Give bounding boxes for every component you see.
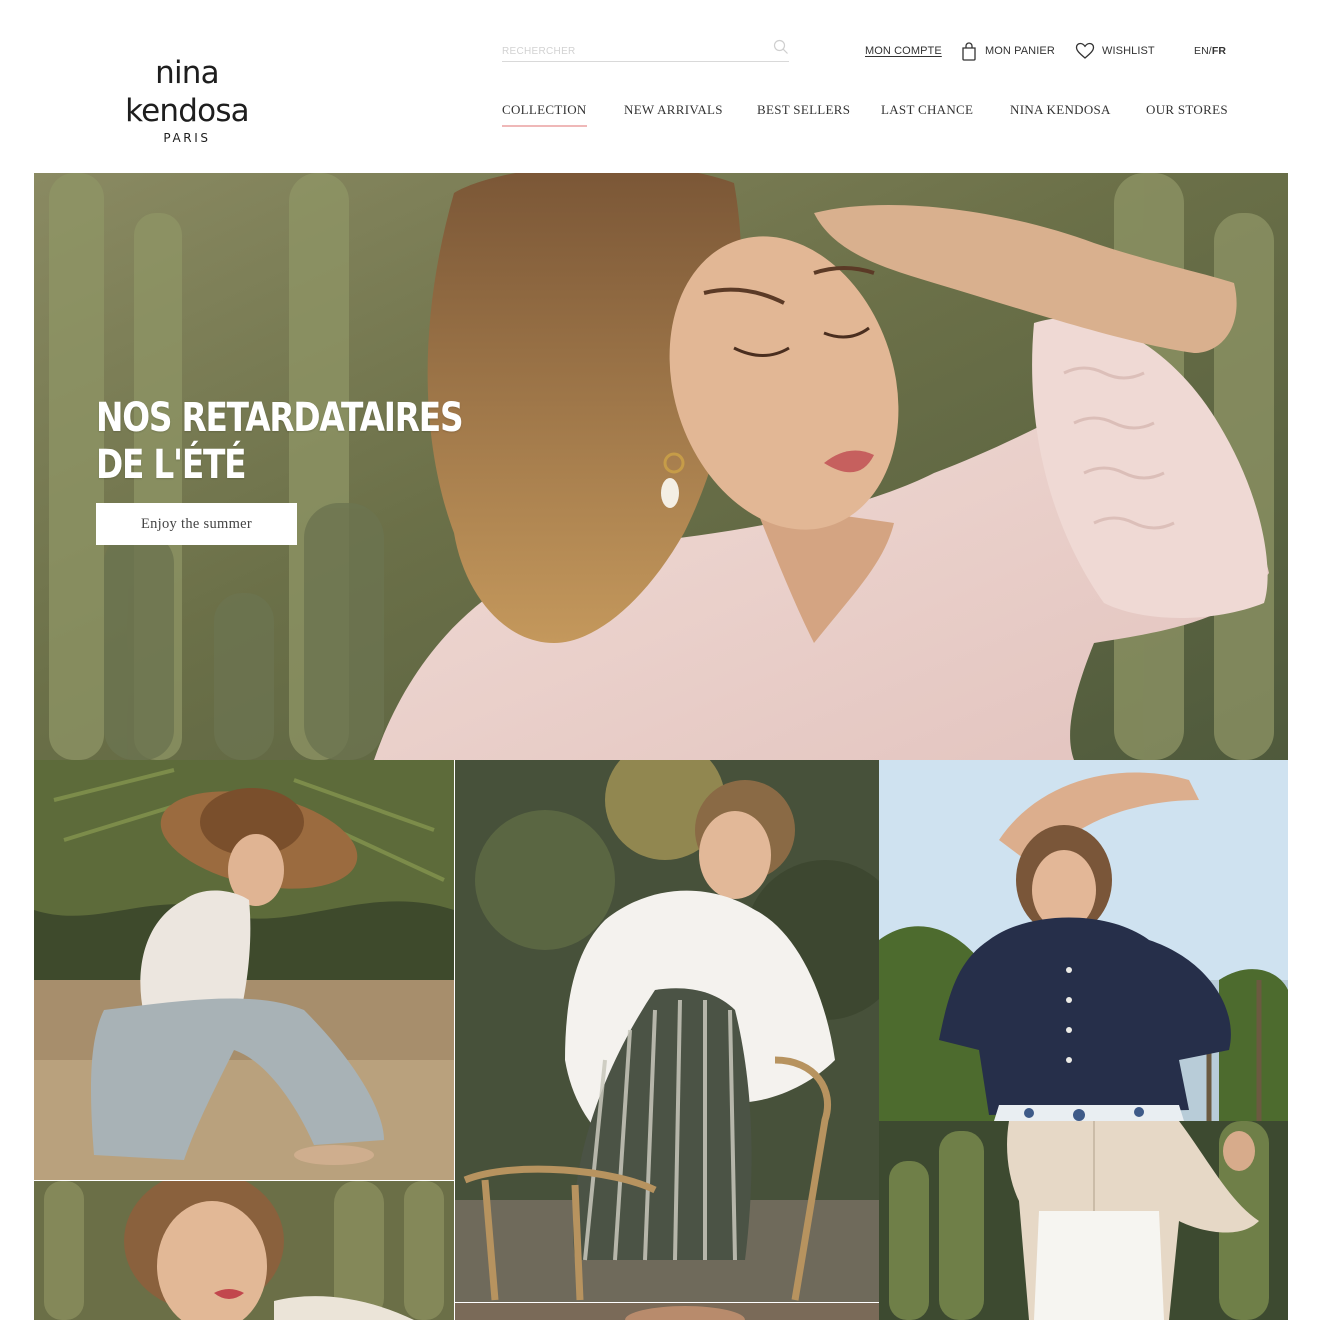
lookbook-image-hat xyxy=(34,760,454,1180)
account-label: MON COMPTE xyxy=(865,45,942,57)
lookbook-image-linen-shirt xyxy=(879,1121,1288,1320)
lang-fr[interactable]: FR xyxy=(1212,45,1226,57)
brand-name: nina kendosa xyxy=(125,55,250,129)
search-input[interactable] xyxy=(502,38,752,60)
hero-title: NOS RETARDATAIRES DE L'ÉTÉ xyxy=(96,395,464,489)
wishlist-link[interactable]: WISHLIST xyxy=(1075,40,1155,62)
cart-label: MON PANIER xyxy=(985,45,1055,57)
lookbook-image-portrait xyxy=(34,1181,454,1320)
nav-item-last-chance[interactable]: LAST CHANCE xyxy=(881,102,973,118)
lookbook-tile-linen-shirt[interactable] xyxy=(879,1121,1288,1320)
nav-item-nina-kendosa[interactable]: NINA KENDOSA xyxy=(1010,102,1111,118)
nav-item-best-sellers[interactable]: BEST SELLERS xyxy=(757,102,850,118)
brand-sub: PARIS xyxy=(163,131,211,145)
hero-cta-button[interactable]: Enjoy the summer xyxy=(96,503,297,545)
lookbook-tile-bottom[interactable] xyxy=(455,1303,879,1320)
lookbook-image-bottom xyxy=(455,1303,879,1320)
nav-item-new-arrivals[interactable]: NEW ARRIVALS xyxy=(624,102,723,118)
search-bar xyxy=(502,38,789,62)
lookbook-image-chair xyxy=(455,760,879,1302)
nav-item-our-stores[interactable]: OUR STORES xyxy=(1146,102,1228,118)
brand-logo[interactable]: nina kendosa PARIS xyxy=(94,54,280,145)
language-switcher: EN / FR xyxy=(1194,40,1226,62)
lookbook-tile-chair[interactable] xyxy=(455,760,879,1302)
hero-title-line2: DE L'ÉTÉ xyxy=(96,442,247,488)
heart-icon xyxy=(1075,42,1095,59)
hero-title-line1: NOS RETARDATAIRES xyxy=(96,395,464,441)
account-link[interactable]: MON COMPTE xyxy=(865,40,942,62)
lookbook-tile-navy-blouse[interactable] xyxy=(879,760,1288,1121)
bag-icon xyxy=(962,42,976,61)
nav-item-collection[interactable]: COLLECTION xyxy=(502,102,587,127)
hero-banner[interactable]: NOS RETARDATAIRES DE L'ÉTÉ Enjoy the sum… xyxy=(34,173,1288,760)
cart-link[interactable]: MON PANIER xyxy=(960,40,1055,62)
search-icon[interactable] xyxy=(773,39,789,55)
lang-en[interactable]: EN xyxy=(1194,45,1209,57)
lookbook-tile-hat[interactable] xyxy=(34,760,454,1180)
wishlist-label: WISHLIST xyxy=(1102,45,1155,57)
lookbook-tile-portrait[interactable] xyxy=(34,1181,454,1320)
lookbook-image-navy-blouse xyxy=(879,760,1288,1121)
